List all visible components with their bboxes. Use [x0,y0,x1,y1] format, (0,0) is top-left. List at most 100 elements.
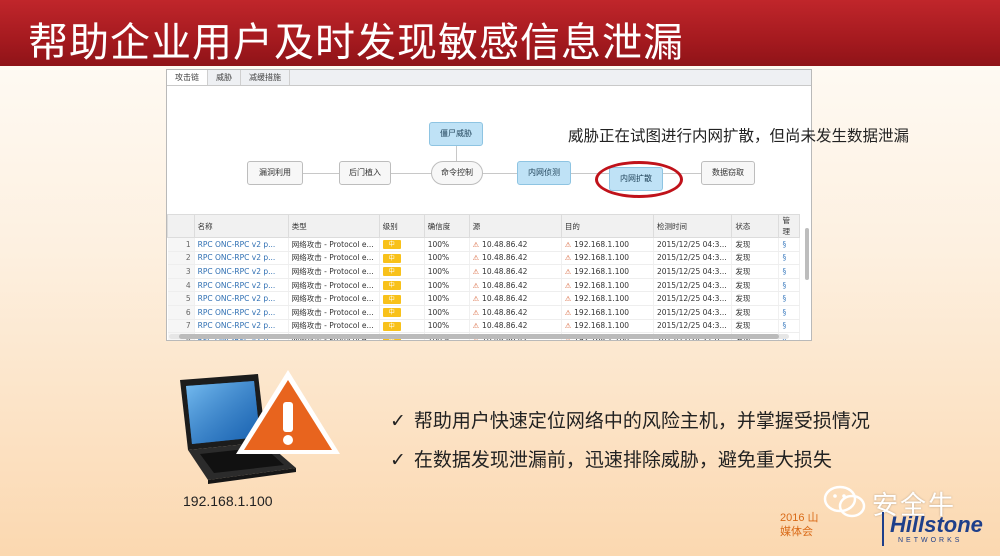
col-destination[interactable]: 目的 [560,214,654,238]
threat-name-link[interactable]: RPC ONC-RPC v2 p... [194,305,289,320]
node-command-control[interactable]: 命令控制 [431,161,483,185]
manage-cell[interactable]: § [778,291,800,306]
destination-ip: 192.168.1.100 [574,294,630,304]
row-index: 5 [167,291,195,306]
node-internal-recon[interactable]: 内网侦测 [517,161,571,185]
table-row[interactable]: 1 RPC ONC-RPC v2 p... 网络攻击 - Protocol e...… [167,237,800,252]
col-level[interactable]: 级别 [378,214,425,238]
level-badge: 中 [382,281,401,291]
alert-icon: ⚠ [472,281,480,290]
row-index: 4 [167,278,195,293]
source-ip: 10.48.86.42 [482,253,528,263]
alert-icon: ⚠ [472,322,480,331]
manage-icon[interactable]: § [782,321,786,330]
table-row[interactable]: 6 RPC ONC-RPC v2 p... 网络攻击 - Protocol e...… [167,305,800,320]
threat-level: 中 [379,305,425,320]
node-exploit[interactable]: 漏洞利用 [247,161,303,185]
manage-cell[interactable]: § [778,319,800,334]
manage-icon[interactable]: § [782,240,786,249]
event-line-2: 媒体会 [780,526,813,538]
col-manage[interactable]: 管理 [778,214,800,238]
col-confidence[interactable]: 确信度 [423,214,470,238]
status: 发现 [731,291,780,306]
status: 发现 [731,319,780,334]
threat-name-link[interactable]: RPC ONC-RPC v2 p... [194,251,289,266]
highlight-ring [595,161,683,198]
threat-name-link[interactable]: RPC ONC-RPC v2 p... [194,291,289,306]
threat-name-link[interactable]: RPC ONC-RPC v2 p... [194,319,289,334]
table-row[interactable]: 3 RPC ONC-RPC v2 p... 网络攻击 - Protocol e...… [167,264,800,279]
scrollbar-thumb[interactable] [179,334,779,339]
col-name[interactable]: 名称 [193,214,289,238]
manage-icon[interactable]: § [782,253,786,262]
manage-icon[interactable]: § [782,308,786,317]
source-ip: 10.48.86.42 [482,239,528,249]
table-row[interactable]: 4 RPC ONC-RPC v2 p... 网络攻击 - Protocol e...… [167,278,800,293]
row-index: 1 [167,237,195,252]
destination: ⚠192.168.1.100 [561,319,654,334]
row-index: 6 [167,305,195,320]
table-row[interactable]: 7 RPC ONC-RPC v2 p... 网络攻击 - Protocol e...… [167,319,800,334]
source-ip: 10.48.86.42 [482,266,528,276]
manage-cell[interactable]: § [778,251,800,266]
threat-name-link[interactable]: RPC ONC-RPC v2 p... [194,264,289,279]
alert-icon: ⚠ [472,240,480,249]
col-detect-time[interactable]: 检测时间 [652,214,733,238]
threat-level: 中 [379,237,425,252]
event-label: 2016 山 媒体会 [780,511,819,539]
horizontal-scrollbar[interactable] [169,334,789,339]
col-source[interactable]: 源 [468,214,562,238]
destination: ⚠192.168.1.100 [561,251,654,266]
level-badge: 中 [382,253,401,263]
threat-type: 网络攻击 - Protocol e... [288,264,380,279]
manage-cell[interactable]: § [778,278,800,293]
table-row[interactable]: 5 RPC ONC-RPC v2 p... 网络攻击 - Protocol e...… [167,291,800,306]
threat-table: 名称 类型 级别 确信度 源 目的 检测时间 状态 管理 1 RPC ONC-RP… [167,214,800,340]
vertical-scrollbar[interactable] [805,228,809,280]
threat-level: 中 [379,291,425,306]
destination-ip: 192.168.1.100 [574,280,630,290]
detect-time: 2015/12/25 04:3... [653,251,733,266]
manage-icon[interactable]: § [782,281,786,290]
threat-type: 网络攻击 - Protocol e... [288,305,380,320]
manage-cell[interactable]: § [778,237,800,252]
status: 发现 [731,278,780,293]
slide-title: 帮助企业用户及时发现敏感信息泄漏 [28,20,684,66]
tab-attack-chain[interactable]: 攻击链 [167,70,208,85]
hillstone-logo: Hillstone [890,512,983,537]
threat-level: 中 [379,251,425,266]
hillstone-logo-sub: NETWORKS [898,537,963,544]
alert-icon: ⚠ [564,308,572,317]
detect-time: 2015/12/25 04:3... [653,264,733,279]
title-bar: 帮助企业用户及时发现敏感信息泄漏 [0,0,1000,66]
confidence: 100% [424,251,470,266]
attack-chain-flow: 僵尸威胁 漏洞利用 后门植入 命令控制 内网侦测 内网扩散 数据窃取 [167,86,811,213]
threat-name-link[interactable]: RPC ONC-RPC v2 p... [194,278,289,293]
status: 发现 [731,251,780,266]
logo-divider [882,512,884,546]
node-backdoor[interactable]: 后门植入 [339,161,391,185]
table-row[interactable]: 2 RPC ONC-RPC v2 p... 网络攻击 - Protocol e...… [167,251,800,266]
level-badge: 中 [382,240,401,250]
manage-cell[interactable]: § [778,264,800,279]
detect-time: 2015/12/25 04:3... [653,278,733,293]
node-botnet-threat[interactable]: 僵尸威胁 [429,122,483,146]
node-data-theft[interactable]: 数据窃取 [701,161,755,185]
col-type[interactable]: 类型 [287,214,380,238]
threat-level: 中 [379,278,425,293]
manage-cell[interactable]: § [778,305,800,320]
col-status[interactable]: 状态 [731,214,780,238]
tab-bar: 攻击链 威胁 减缓措施 [167,70,811,86]
manage-icon[interactable]: § [782,267,786,276]
wechat-icon [823,485,866,518]
detect-time: 2015/12/25 04:3... [653,319,733,334]
tab-threat[interactable]: 威胁 [208,70,241,85]
alert-icon: ⚠ [472,254,480,263]
threat-table-area: 名称 类型 级别 确信度 源 目的 检测时间 状态 管理 1 RPC ONC-RP… [167,214,811,340]
manage-icon[interactable]: § [782,294,786,303]
confidence: 100% [424,291,470,306]
threat-name-link[interactable]: RPC ONC-RPC v2 p... [194,237,289,252]
source-ip: 10.48.86.42 [482,280,528,290]
threat-level: 中 [379,319,425,334]
tab-mitigation[interactable]: 减缓措施 [241,70,290,85]
